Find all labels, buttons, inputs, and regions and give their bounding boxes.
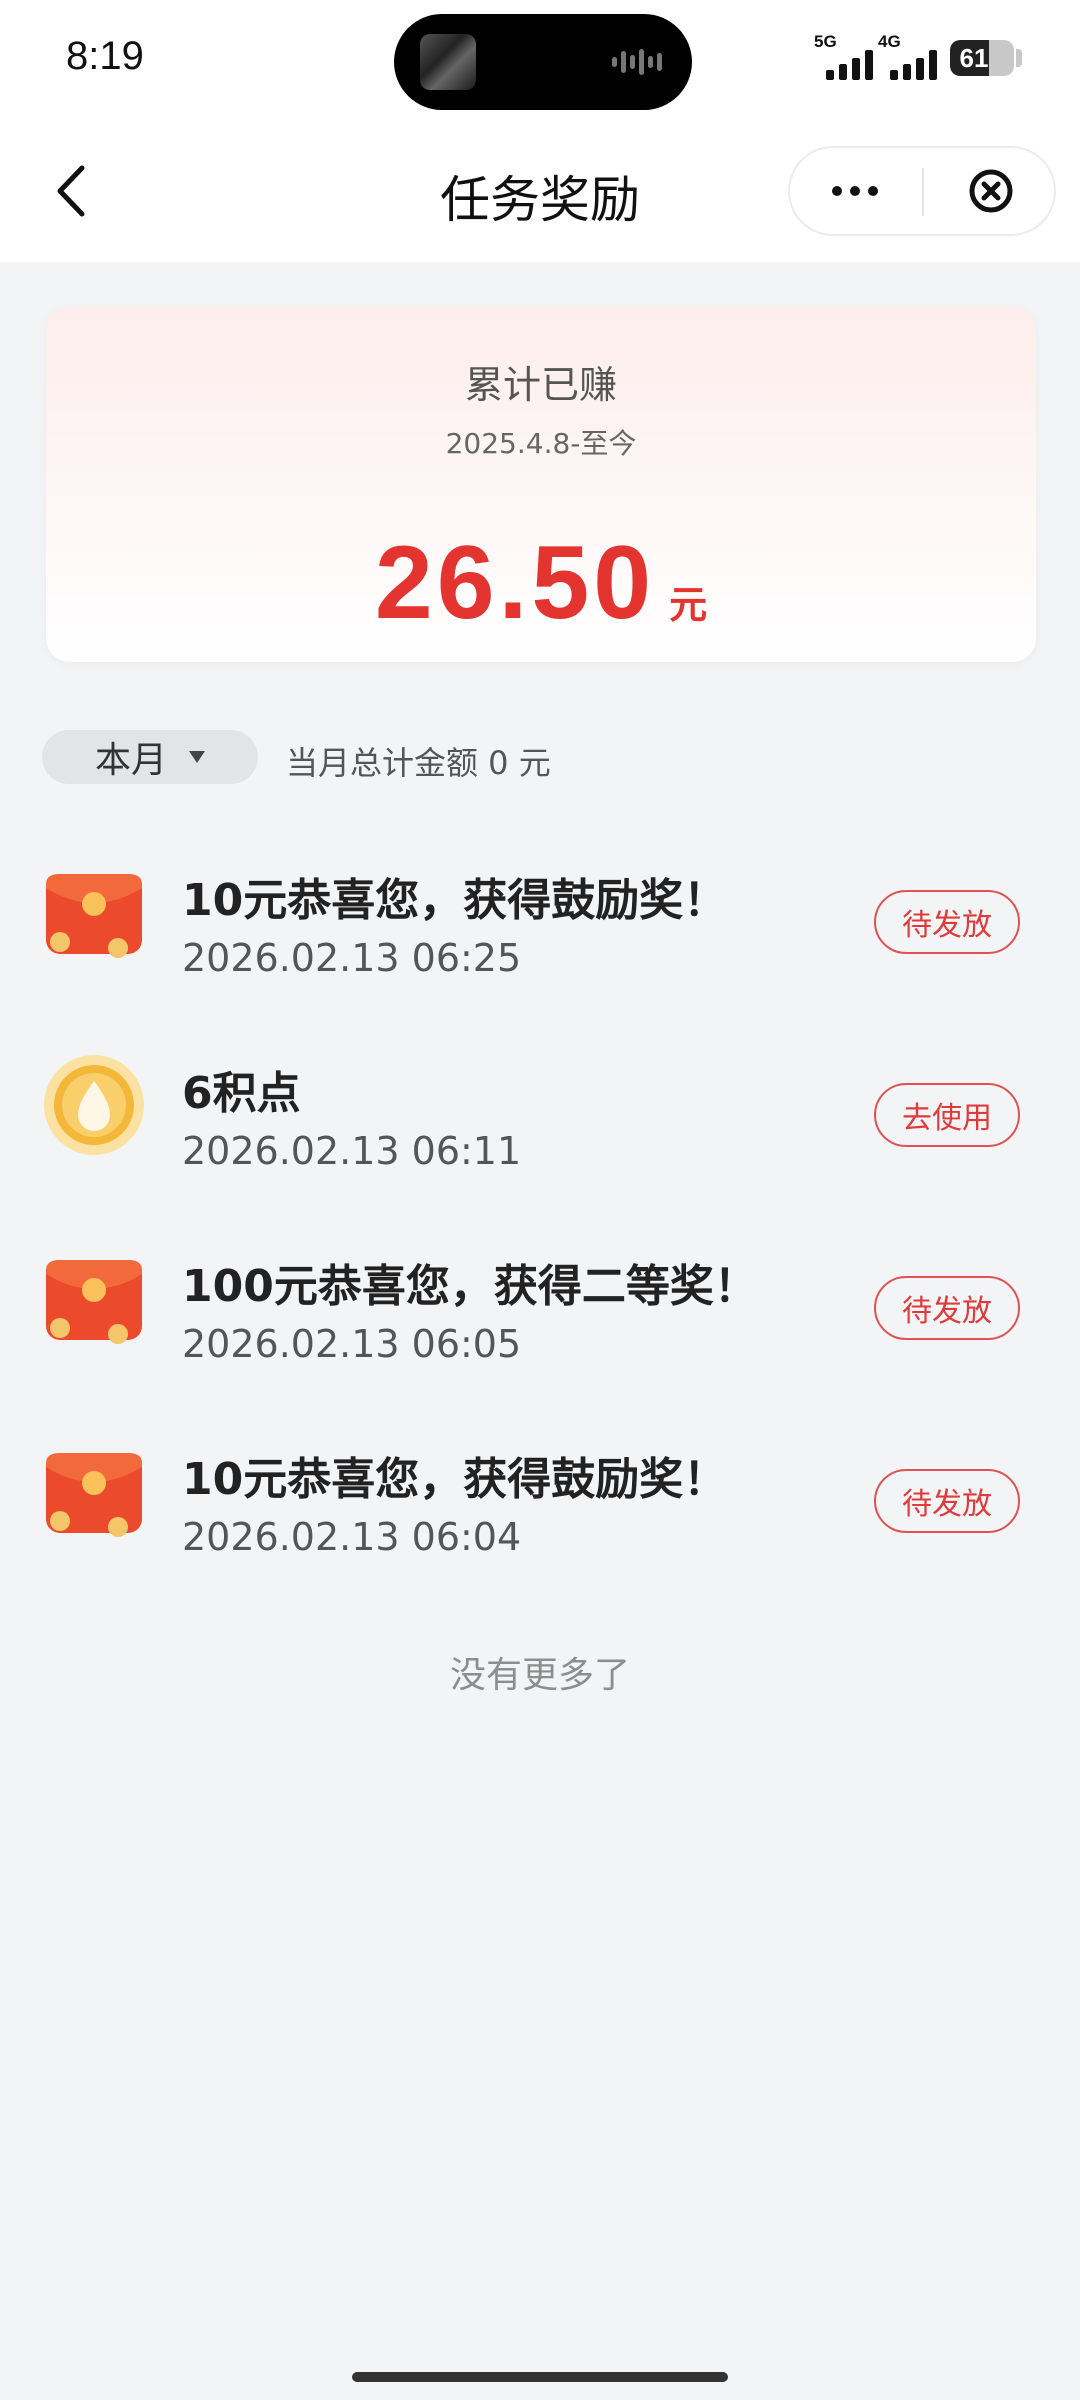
red-envelope-icon — [42, 860, 146, 964]
pending-status-button[interactable]: 待发放 — [874, 1469, 1020, 1533]
network-label-4g: 4G — [878, 32, 901, 51]
reward-time: 2026.02.13 06:05 — [182, 1322, 522, 1366]
reward-time: 2026.02.13 06:25 — [182, 936, 522, 980]
home-indicator[interactable] — [352, 2372, 728, 2382]
no-more-text: 没有更多了 — [449, 1655, 630, 1696]
signal-5g-icon: 5G — [814, 32, 873, 80]
status-bar: 8:19 5G 4G 61 — [0, 0, 1080, 120]
list-item: 6积点 2026.02.13 06:11 去使用 — [0, 1023, 1080, 1216]
summary-amount-row: 26.50 元 — [46, 524, 1036, 643]
earnings-summary-card: 累计已赚 2025.4.8-至今 26.50 元 — [46, 306, 1036, 662]
status-time: 8:19 — [66, 34, 144, 78]
month-filter-dropdown[interactable]: 本月 — [42, 730, 258, 784]
media-thumbnail — [420, 34, 476, 90]
month-total-amount: 当月总计金额 0 元 — [286, 744, 551, 782]
reward-list: 10元恭喜您，获得鼓励奖！ 2026.02.13 06:25 待发放 6积点 2… — [0, 830, 1080, 1602]
month-filter-label: 本月 — [94, 740, 167, 781]
gold-coin-icon — [42, 1053, 146, 1157]
pending-status-button[interactable]: 待发放 — [874, 890, 1020, 954]
reward-title: 100元恭喜您，获得二等奖！ — [182, 1261, 758, 1312]
list-item: 100元恭喜您，获得二等奖！ 2026.02.13 06:05 待发放 — [0, 1216, 1080, 1409]
dynamic-island[interactable] — [394, 14, 692, 110]
reward-time: 2026.02.13 06:11 — [182, 1129, 522, 1173]
network-label-5g: 5G — [814, 32, 837, 51]
audio-wave-icon — [612, 48, 662, 76]
capsule-divider — [922, 168, 924, 216]
reward-title: 6积点 — [182, 1068, 301, 1119]
summary-title: 累计已赚 — [464, 363, 617, 407]
more-button[interactable] — [790, 148, 920, 234]
close-button[interactable] — [926, 148, 1056, 234]
red-envelope-icon — [42, 1439, 146, 1543]
red-envelope-icon — [42, 1246, 146, 1350]
use-now-button[interactable]: 去使用 — [874, 1083, 1020, 1147]
signal-4g-icon: 4G — [878, 32, 937, 80]
battery-level: 61 — [959, 43, 989, 73]
total-earned-amount: 26.50 — [374, 525, 656, 641]
amount-unit: 元 — [669, 583, 708, 627]
battery-tip — [1016, 49, 1022, 67]
pending-status-button[interactable]: 待发放 — [874, 1276, 1020, 1340]
reward-title: 10元恭喜您，获得鼓励奖！ — [182, 875, 728, 926]
reward-title: 10元恭喜您，获得鼓励奖！ — [182, 1454, 728, 1505]
list-item: 10元恭喜您，获得鼓励奖！ 2026.02.13 06:25 待发放 — [0, 830, 1080, 1023]
summary-date-range: 2025.4.8-至今 — [445, 427, 637, 460]
nav-bar: 任务奖励 — [0, 120, 1080, 262]
mini-program-capsule — [788, 146, 1056, 236]
caret-down-icon — [189, 751, 205, 763]
close-circle-icon — [969, 169, 1013, 213]
battery-icon: 61 — [950, 40, 1014, 76]
reward-time: 2026.02.13 06:04 — [182, 1515, 522, 1559]
more-dots-icon — [832, 186, 842, 196]
list-item: 10元恭喜您，获得鼓励奖！ 2026.02.13 06:04 待发放 — [0, 1409, 1080, 1602]
